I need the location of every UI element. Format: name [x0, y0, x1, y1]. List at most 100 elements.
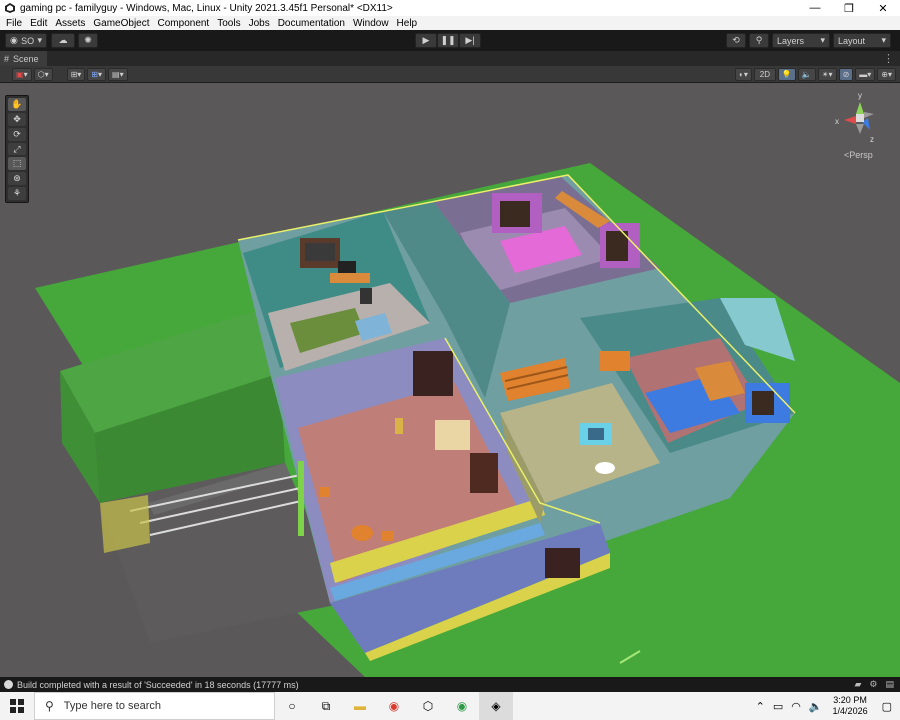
step-icon: ▶| [465, 35, 475, 45]
menu-jobs[interactable]: Jobs [245, 18, 274, 29]
sphere-icon: ◐ [739, 69, 744, 79]
snap-increment-button[interactable]: ⊞ ▾ [87, 67, 107, 81]
scale-tool-button[interactable]: ⤢ [8, 142, 26, 156]
minimize-button[interactable]: — [798, 0, 832, 16]
menu-documentation[interactable]: Documentation [274, 18, 349, 29]
volume-icon[interactable]: 🔈 [809, 700, 823, 713]
perspective-label[interactable]: <Persp [844, 150, 873, 160]
rotate-tool-button[interactable]: ⟳ [8, 127, 26, 141]
layout-label: Layout [838, 35, 866, 46]
search-button[interactable]: ⚲ [749, 33, 769, 48]
maximize-button[interactable]: ❐ [832, 0, 866, 16]
menu-window[interactable]: Window [349, 18, 393, 29]
eye-slash-icon: ⊘ [842, 69, 850, 79]
scene-render[interactable] [0, 83, 900, 677]
move-snap-button[interactable]: ▤ ▾ [108, 67, 128, 81]
effects-button[interactable]: ✴ ▾ [817, 67, 837, 81]
scene-toolbar: ▣ ▾ ⬡ ▾ ⊞ ▾ ⊞ ▾ ▤ ▾ ◐ ▾ 2D 💡 🔈 ✴ ▾ ⊘ ▬ ▾ ⊕ ▾ [0, 66, 900, 83]
progress-icon[interactable]: ▰ [854, 679, 861, 690]
clock-time: 3:20 PM [833, 695, 867, 705]
account-dropdown[interactable]: ◉ SO ▾ [5, 33, 47, 48]
file-explorer-button[interactable]: ▬ [343, 692, 377, 720]
start-button[interactable] [0, 692, 34, 720]
menu-tools[interactable]: Tools [213, 18, 244, 29]
task-view-button[interactable]: ⧉ [309, 692, 343, 720]
network-icon[interactable]: ▭ [773, 700, 783, 713]
scene-grid-icon: # [4, 53, 10, 64]
pause-button[interactable]: ❚❚ [437, 33, 459, 48]
mode-2d-button[interactable]: 2D [753, 67, 776, 81]
scale-icon: ⤢ [13, 143, 21, 154]
layers-label: Layers [777, 35, 805, 46]
snap-icon: ⊞ [91, 69, 98, 79]
cortana-button[interactable]: ○ [275, 692, 309, 720]
scene-tab-strip: # Scene ⋮ [0, 51, 900, 66]
layers-dropdown[interactable]: Layers ▾ [772, 33, 830, 48]
camera-icon: ▬ [859, 69, 868, 79]
lighting-toggle[interactable]: 💡 [777, 67, 796, 81]
chevron-up-icon[interactable]: ⌃ [756, 700, 765, 713]
audio-toggle[interactable]: 🔈 [797, 67, 816, 81]
search-icon: ⚲ [755, 35, 763, 45]
shading-button[interactable]: ⬡ ▾ [33, 67, 53, 81]
visibility-toggle[interactable]: ⊘ [838, 67, 854, 81]
layout-dropdown[interactable]: Layout ▾ [833, 33, 891, 48]
orientation-gizmo[interactable]: y x z <Persp [830, 88, 890, 163]
console-icon[interactable]: ▤ [885, 679, 894, 690]
gizmos-button[interactable]: ⊕ ▾ [877, 67, 896, 81]
unity-logo-icon: ◈ [491, 699, 501, 713]
status-message[interactable]: Build completed with a result of 'Succee… [17, 680, 299, 690]
cloud-icon: ☁ [58, 35, 68, 45]
cube-icon: ⬡ [37, 69, 45, 79]
title-bar: gaming pc - familyguy - Windows, Mac, Li… [0, 0, 900, 16]
collab-icon: ✺ [84, 35, 92, 45]
unity-editor-button[interactable]: ◈ [479, 692, 513, 720]
account-icon: ◉ [10, 35, 18, 45]
chevron-down-icon: ▾ [820, 35, 825, 45]
hand-tool-button[interactable]: ✋ [8, 98, 26, 111]
task-view-icon: ⧉ [321, 698, 331, 713]
tool-palette: ✋ ✥ ⟳ ⤢ ⬚ ⊛ ⚘ [5, 95, 29, 203]
menu-gameobject[interactable]: GameObject [89, 18, 153, 29]
transform-tool-button[interactable]: ⊛ [8, 172, 26, 186]
gear-icon[interactable]: ⚙ [869, 679, 877, 690]
chevron-down-icon: ▾ [881, 35, 886, 45]
chrome-button-2[interactable]: ◉ [445, 692, 479, 720]
cloud-button[interactable]: ☁ [51, 33, 75, 48]
custom-tool-button[interactable]: ⚘ [8, 187, 26, 201]
gizmo-x-label: x [835, 117, 839, 126]
close-button[interactable]: ✕ [866, 0, 900, 16]
step-button[interactable]: ▶| [459, 33, 481, 48]
menu-bar: File Edit Assets GameObject Component To… [0, 16, 900, 30]
menu-assets[interactable]: Assets [51, 18, 89, 29]
playback-controls: ▶ ❚❚ ▶| [415, 33, 481, 48]
wifi-icon[interactable]: ◠ [791, 700, 801, 713]
search-icon: ⚲ [45, 699, 54, 713]
menu-edit[interactable]: Edit [26, 18, 51, 29]
menu-help[interactable]: Help [393, 18, 422, 29]
window-title: gaming pc - familyguy - Windows, Mac, Li… [20, 2, 393, 14]
render-mode-button[interactable]: ◐ ▾ [735, 67, 752, 81]
play-button[interactable]: ▶ [415, 33, 437, 48]
account-label: SO [21, 35, 35, 46]
rect-tool-button[interactable]: ⬚ [8, 157, 26, 171]
more-options-icon[interactable]: ⋮ [883, 52, 894, 65]
grid-snap-button[interactable]: ⊞ ▾ [66, 67, 86, 81]
menu-file[interactable]: File [2, 18, 26, 29]
collab-button[interactable]: ✺ [78, 33, 98, 48]
taskbar-search[interactable]: ⚲ Type here to search [34, 692, 275, 720]
move-icon: ✥ [13, 113, 21, 124]
menu-component[interactable]: Component [154, 18, 214, 29]
camera-button[interactable]: ▬ ▾ [855, 67, 876, 81]
taskbar-clock[interactable]: 3:20 PM 1/4/2026 [833, 695, 868, 717]
notification-icon[interactable]: ▢ [882, 700, 892, 713]
history-button[interactable]: ⟲ [726, 33, 746, 48]
chrome-button-1[interactable]: ◉ [377, 692, 411, 720]
scene-viewport[interactable] [0, 83, 900, 677]
move-tool-button[interactable]: ✥ [8, 112, 26, 126]
play-icon: ▶ [422, 35, 430, 45]
tab-scene[interactable]: # Scene [0, 51, 47, 66]
draw-mode-button[interactable]: ▣ ▾ [12, 67, 32, 81]
windows-logo-icon [10, 699, 24, 713]
unity-hub-button[interactable]: ⬡ [411, 692, 445, 720]
